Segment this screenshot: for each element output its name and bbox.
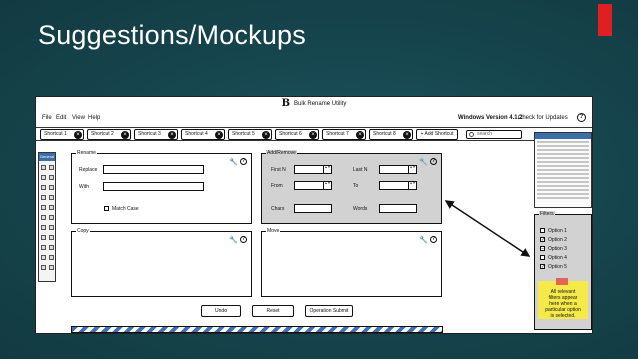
accent-tab: [598, 4, 612, 36]
annotation-arrow: [444, 200, 531, 257]
slide-title: Suggestions/Mockups: [38, 20, 306, 50]
mockup-window: B Bulk Rename Utility File Edit View Help…: [35, 96, 593, 334]
